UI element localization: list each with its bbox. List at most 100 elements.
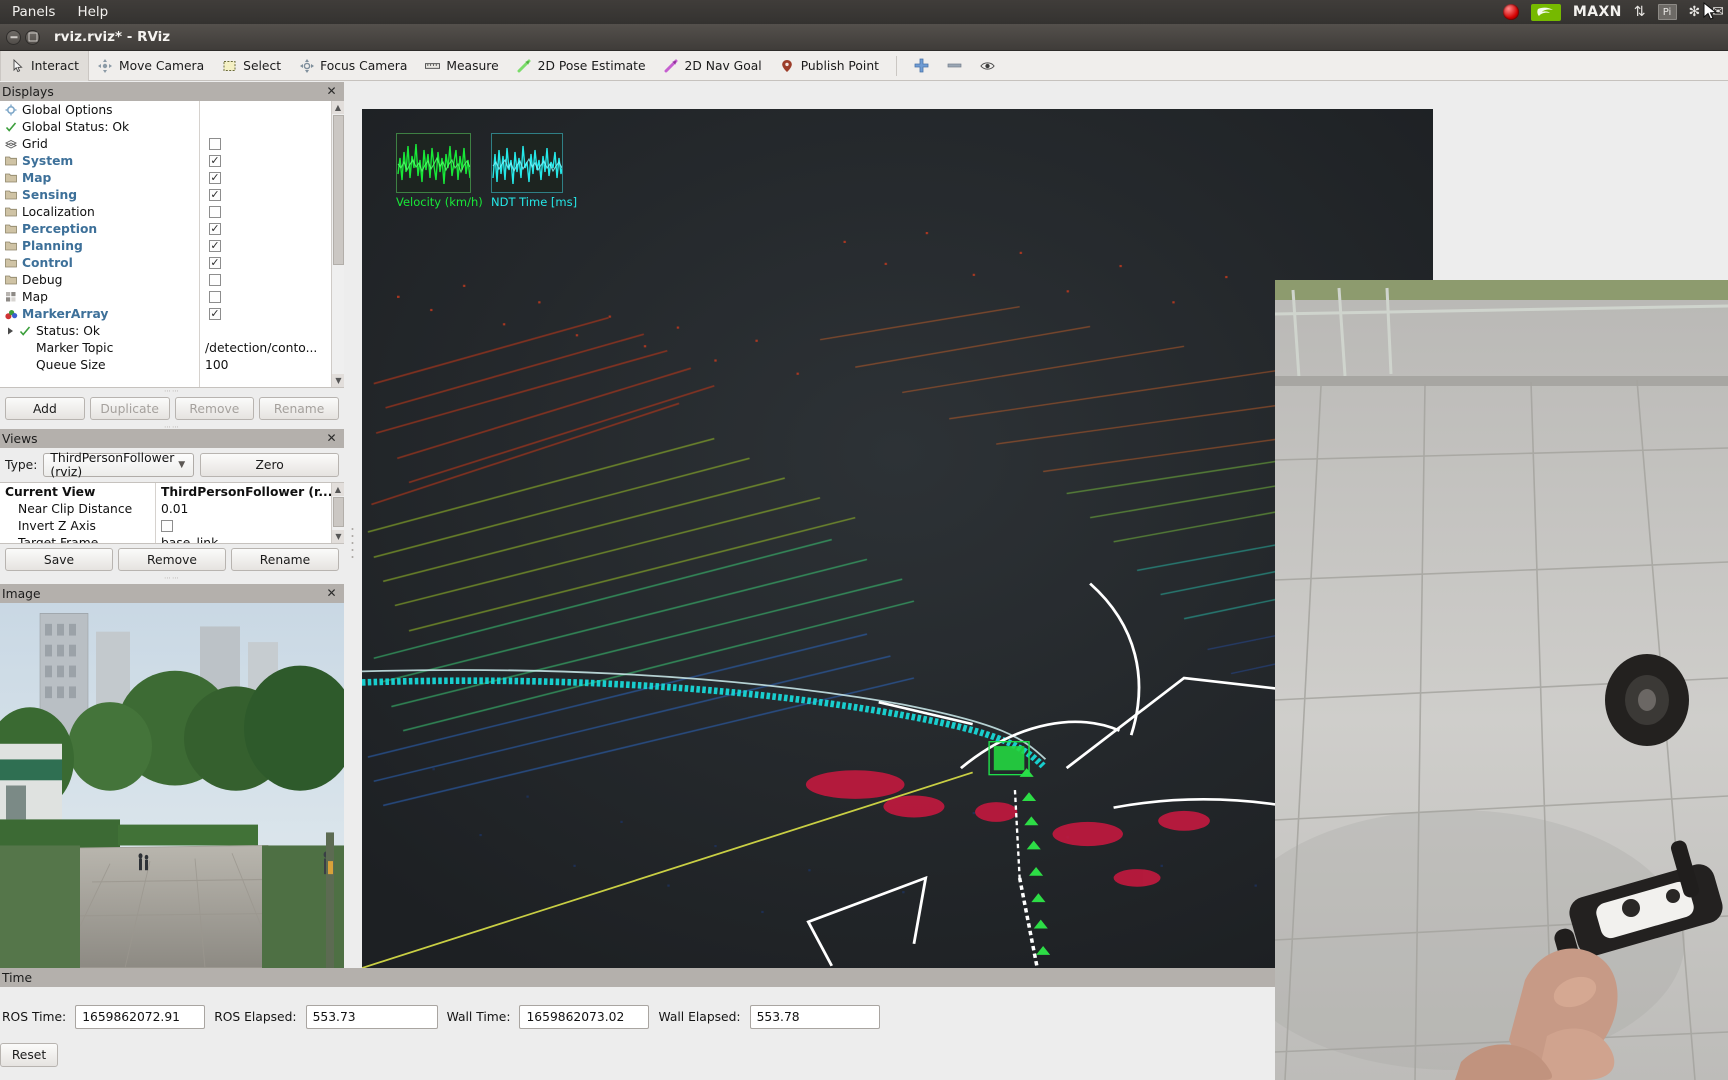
close-icon[interactable]: ✕ — [325, 432, 338, 445]
checkbox[interactable] — [209, 137, 221, 150]
display-row-sensing[interactable]: Sensing — [0, 186, 199, 203]
checkbox[interactable]: ✓ — [209, 188, 221, 201]
displays-tree[interactable]: Global Options Global Status: Ok Grid Sy… — [0, 101, 344, 388]
ros-time-input[interactable]: 1659862072.91 — [75, 1005, 206, 1029]
display-row-grid[interactable]: Grid — [0, 135, 199, 152]
tree-expander[interactable] — [3, 327, 17, 335]
checkbox[interactable] — [209, 205, 221, 218]
tool-2d-pose-estimate[interactable]: 2D Pose Estimate — [508, 51, 655, 81]
displays-scrollbar[interactable]: ▲ ▼ — [331, 101, 344, 387]
display-checkbox-planning[interactable]: ✓ — [200, 237, 344, 254]
checkbox[interactable]: ✓ — [209, 154, 221, 167]
visibility-tool-button[interactable] — [971, 51, 1004, 81]
tool-move-camera[interactable]: Move Camera — [89, 51, 213, 81]
save-button[interactable]: Save — [5, 548, 113, 571]
view-type-combo[interactable]: ThirdPersonFollower (rviz) ▼ — [43, 451, 195, 479]
checkbox[interactable]: ✓ — [209, 222, 221, 235]
display-checkbox-perception[interactable]: ✓ — [200, 220, 344, 237]
tool-interact[interactable]: Interact — [0, 50, 89, 81]
views-rename-button[interactable]: Rename — [231, 548, 339, 571]
display-row-localization[interactable]: Localization — [0, 203, 199, 220]
display-row-global-status[interactable]: Global Status: Ok — [0, 118, 199, 135]
minimize-button[interactable] — [6, 29, 21, 45]
checkbox[interactable]: ✓ — [209, 239, 221, 252]
add-button[interactable]: Add — [5, 397, 85, 420]
views-remove-button[interactable]: Remove — [118, 548, 226, 571]
close-icon[interactable]: ✕ — [325, 85, 338, 98]
display-checkbox-map[interactable] — [200, 288, 344, 305]
display-value-marker-topic[interactable]: /detection/conto... — [200, 339, 344, 356]
display-row-status[interactable]: Status: Ok — [0, 322, 199, 339]
reset-button[interactable]: Reset — [0, 1043, 58, 1067]
rename-button[interactable]: Rename — [259, 397, 339, 420]
display-row-queue-size[interactable]: Queue Size — [0, 356, 199, 373]
scroll-up-icon[interactable]: ▲ — [332, 483, 344, 496]
display-checkbox-grid[interactable] — [200, 135, 344, 152]
checkbox[interactable]: ✓ — [209, 307, 221, 320]
display-checkbox-sensing[interactable]: ✓ — [200, 186, 344, 203]
views-scrollbar[interactable]: ▲ ▼ — [331, 483, 344, 543]
duplicate-button[interactable]: Duplicate — [89, 397, 170, 420]
display-row-control[interactable]: Control — [0, 254, 199, 271]
views-prop-value[interactable]: ThirdPersonFollower (r... — [156, 483, 344, 500]
menu-help[interactable]: Help — [77, 4, 108, 20]
views-properties-table[interactable]: Current View Near Clip Distance Invert Z… — [0, 482, 344, 544]
scrollbar-thumb[interactable] — [333, 115, 344, 265]
velocity-plot-trace — [397, 143, 470, 185]
move-camera-icon — [98, 58, 113, 73]
checkbox[interactable] — [209, 290, 221, 303]
display-row-debug[interactable]: Debug — [0, 271, 199, 288]
scroll-up-icon[interactable]: ▲ — [332, 101, 344, 114]
checkbox[interactable] — [161, 519, 173, 532]
display-row-planning[interactable]: Planning — [0, 237, 199, 254]
close-icon[interactable]: ✕ — [325, 587, 338, 600]
zero-button[interactable]: Zero — [200, 453, 340, 477]
nvidia-icon[interactable] — [1530, 3, 1561, 21]
display-checkbox-map-group[interactable]: ✓ — [200, 169, 344, 186]
tool-focus-camera[interactable]: Focus Camera — [290, 51, 416, 81]
panel-resize-grip[interactable]: ⋯⋯ — [0, 574, 344, 582]
display-checkbox-debug[interactable] — [200, 271, 344, 288]
display-row-markerarray[interactable]: MarkerArray — [0, 305, 199, 322]
record-icon[interactable] — [1502, 4, 1519, 20]
add-tool-button[interactable] — [905, 51, 938, 81]
display-checkbox-system[interactable]: ✓ — [200, 152, 344, 169]
dock-splitter[interactable] — [344, 82, 362, 968]
checkbox[interactable]: ✓ — [209, 171, 221, 184]
scrollbar-thumb[interactable] — [333, 497, 344, 527]
display-row-global-options[interactable]: Global Options — [0, 101, 199, 118]
bluetooth-icon[interactable]: ✻ — [1689, 5, 1701, 19]
tool-publish-point[interactable]: Publish Point — [771, 51, 888, 81]
tool-select[interactable]: Select — [213, 51, 290, 81]
display-row-perception[interactable]: Perception — [0, 220, 199, 237]
checkbox[interactable] — [209, 273, 221, 286]
tool-2d-nav-goal[interactable]: 2D Nav Goal — [655, 51, 771, 81]
display-checkbox-localization[interactable] — [200, 203, 344, 220]
remove-tool-button[interactable] — [938, 51, 971, 81]
maximize-button[interactable] — [25, 29, 40, 45]
remove-button[interactable]: Remove — [174, 397, 255, 420]
checkbox[interactable]: ✓ — [209, 256, 221, 269]
display-row-map-group[interactable]: Map — [0, 169, 199, 186]
display-checkbox-control[interactable]: ✓ — [200, 254, 344, 271]
scroll-down-icon[interactable]: ▼ — [332, 374, 344, 387]
menu-panels[interactable]: Panels — [12, 4, 55, 20]
scroll-down-icon[interactable]: ▼ — [332, 530, 344, 543]
display-value-queue-size[interactable]: 100 — [200, 356, 344, 373]
display-row-map[interactable]: Map — [0, 288, 199, 305]
views-prop-value[interactable]: base_link — [156, 534, 344, 544]
wall-time-input[interactable]: 1659862073.02 — [519, 1005, 650, 1029]
ros-elapsed-input[interactable]: 553.73 — [305, 1005, 438, 1029]
display-row-system[interactable]: System — [0, 152, 199, 169]
views-prop-checkbox[interactable] — [156, 517, 344, 534]
views-prop-value[interactable]: 0.01 — [156, 500, 344, 517]
3d-viewport[interactable]: Velocity (km/h) NDT Time [ms] — [362, 109, 1433, 968]
network-updown-icon[interactable]: ⇅ — [1634, 5, 1646, 19]
display-row-marker-topic[interactable]: Marker Topic — [0, 339, 199, 356]
pi-indicator[interactable]: Pi — [1657, 4, 1677, 20]
tool-measure[interactable]: Measure — [416, 51, 507, 81]
wall-elapsed-input[interactable]: 553.78 — [749, 1005, 880, 1029]
camera-image-view[interactable] — [0, 603, 344, 968]
display-checkbox-markerarray[interactable]: ✓ — [200, 305, 344, 322]
power-mode-label[interactable]: MAXN — [1573, 4, 1622, 20]
